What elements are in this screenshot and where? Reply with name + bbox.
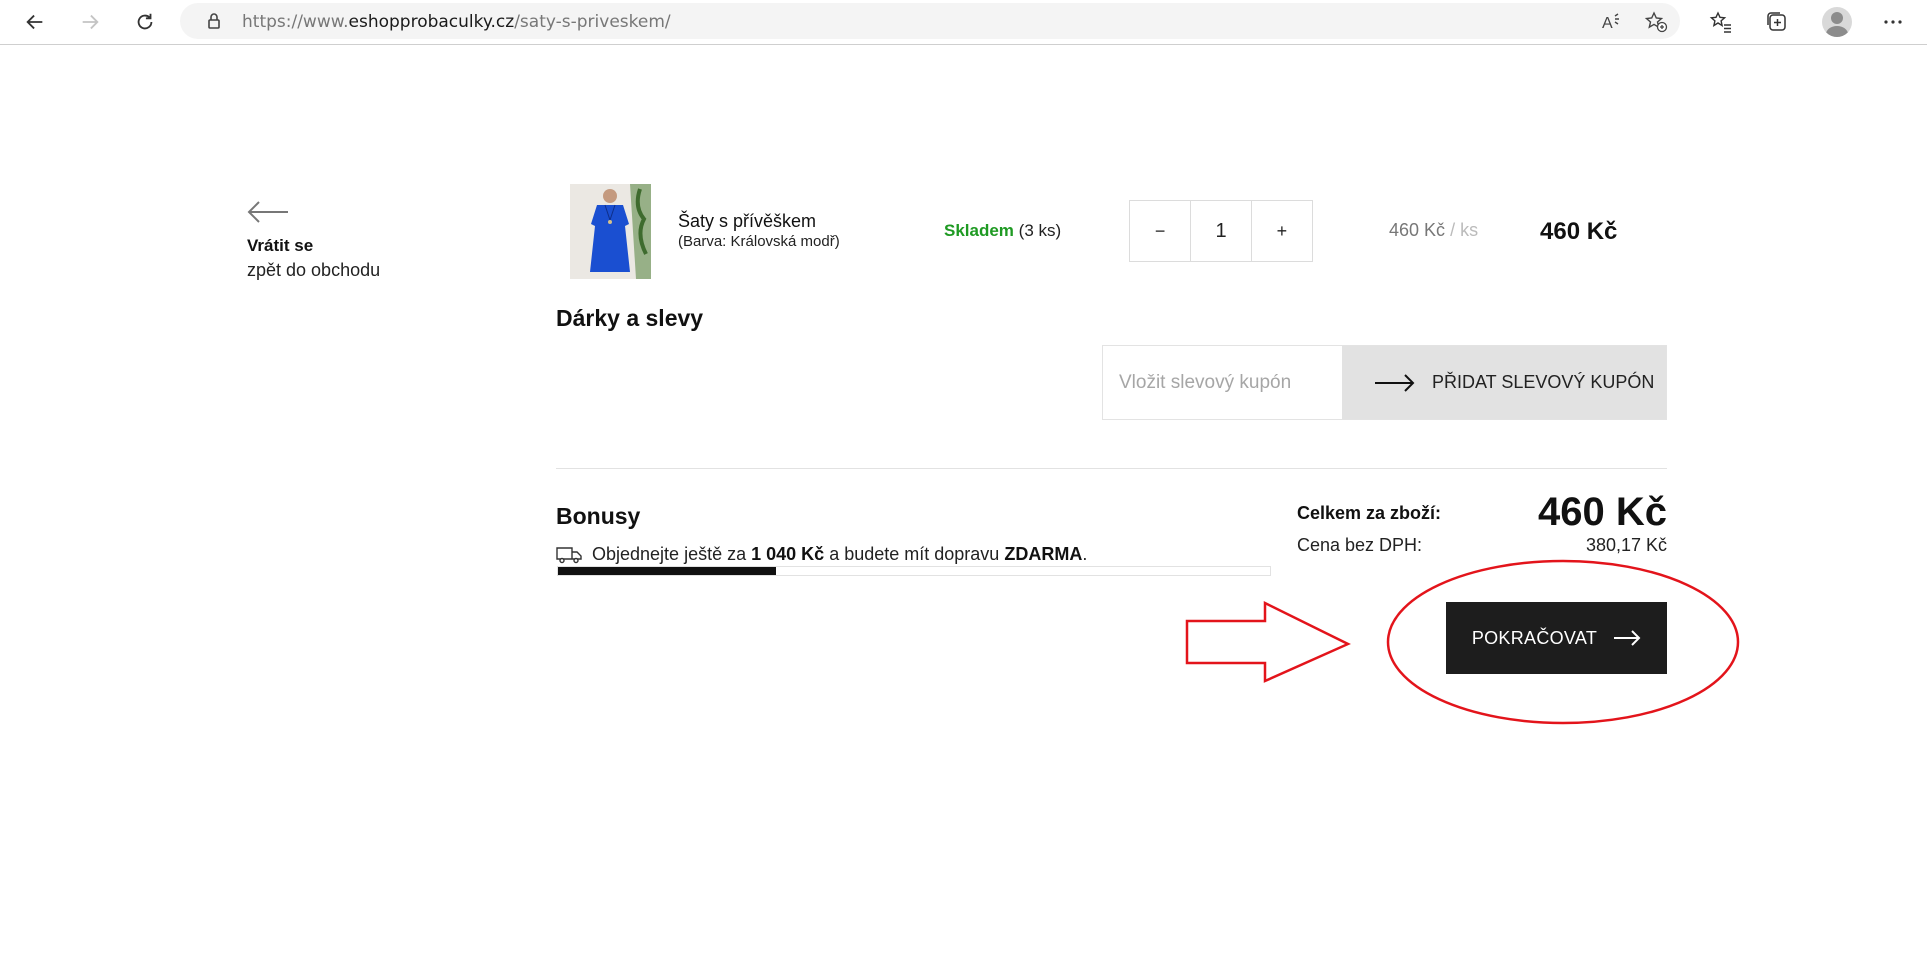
add-coupon-button[interactable]: PŘIDAT SLEVOVÝ KUPÓN — [1342, 346, 1666, 419]
back-to-shop-link[interactable]: Vrátit se zpět do obchodu — [247, 200, 380, 281]
add-coupon-label: PŘIDAT SLEVOVÝ KUPÓN — [1432, 372, 1655, 392]
back-title: Vrátit se — [247, 236, 314, 255]
coupon-form: PŘIDAT SLEVOVÝ KUPÓN — [1102, 345, 1667, 420]
back-arrow-icon[interactable] — [17, 4, 53, 40]
browser-toolbar: https://www.eshopprobaculky.cz/saty-s-pr… — [0, 0, 1927, 45]
coupon-input[interactable] — [1103, 346, 1342, 419]
more-menu-icon[interactable] — [1879, 8, 1907, 36]
decrease-quantity-button[interactable]: − — [1130, 201, 1190, 261]
collections-icon[interactable] — [1763, 8, 1791, 36]
add-favorite-icon[interactable] — [1644, 10, 1668, 34]
goods-total-value: 460 Kč — [1538, 490, 1667, 534]
bonus-heading: Bonusy — [556, 503, 641, 529]
shipping-progress-bar — [557, 566, 1271, 576]
quantity-stepper: − 1 + — [1129, 200, 1313, 262]
gifts-heading: Dárky a slevy — [556, 305, 704, 331]
stock-status: Skladem (3 ks) — [944, 221, 1061, 241]
left-arrow-icon — [247, 201, 288, 223]
line-total: 460 Kč — [1540, 218, 1618, 245]
right-arrow-icon — [1614, 630, 1641, 646]
free-shipping-info: Objednejte ještě za 1 040 Kč a budete mí… — [556, 544, 1087, 565]
section-divider — [556, 468, 1667, 469]
price-without-vat-value: 380,17 Kč — [1585, 535, 1667, 555]
increase-quantity-button[interactable]: + — [1252, 201, 1312, 261]
in-stock-label: Skladem — [944, 221, 1014, 240]
shipping-progress-fill — [558, 567, 776, 575]
svg-text:A: A — [1602, 15, 1613, 32]
stock-count: (3 ks) — [1018, 221, 1062, 240]
truck-icon — [556, 546, 582, 563]
goods-total-label: Celkem za zboží: — [1297, 503, 1442, 523]
product-thumbnail[interactable] — [570, 184, 651, 279]
red-arrow-annotation — [1185, 600, 1351, 683]
right-arrow-icon — [1375, 373, 1415, 392]
reload-icon[interactable] — [127, 4, 163, 40]
read-aloud-icon[interactable]: A — [1600, 10, 1624, 34]
favorites-icon[interactable] — [1707, 8, 1735, 36]
continue-label: POKRAČOVAT — [1471, 627, 1598, 648]
price-without-vat-label: Cena bez DPH: — [1297, 535, 1423, 555]
url-text[interactable]: https://www.eshopprobaculky.cz/saty-s-pr… — [242, 12, 671, 32]
forward-arrow-icon[interactable] — [72, 4, 108, 40]
lock-icon[interactable] — [204, 11, 224, 31]
dress-shape — [590, 205, 630, 272]
quantity-value[interactable]: 1 — [1190, 201, 1252, 261]
unit-price: 460 Kč / ks — [1389, 220, 1479, 240]
product-name[interactable]: Šaty s přívěškem — [678, 211, 816, 232]
back-subtitle: zpět do obchodu — [247, 260, 381, 280]
address-bar[interactable]: https://www.eshopprobaculky.cz/saty-s-pr… — [180, 3, 1680, 39]
continue-button[interactable]: POKRAČOVAT — [1446, 602, 1667, 674]
product-variant: (Barva: Královská modř) — [678, 233, 840, 250]
profile-avatar[interactable] — [1822, 7, 1852, 37]
red-annotation-overlay — [1185, 559, 1740, 725]
